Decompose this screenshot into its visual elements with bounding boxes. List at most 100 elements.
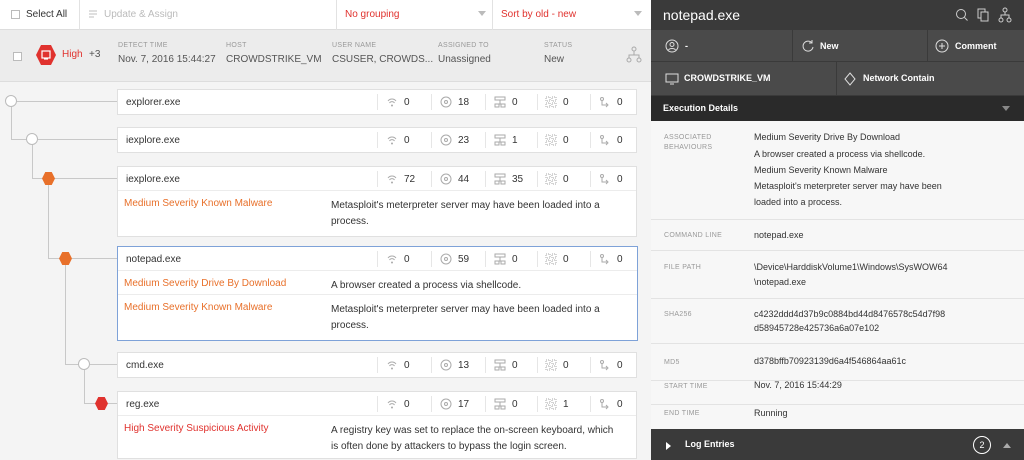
disk-icon <box>440 398 452 410</box>
file-path-value-1: \Device\HarddiskVolume1\Windows\SysWOW64 <box>754 262 948 272</box>
process-name: iexplore.exe <box>126 135 180 146</box>
process-header-row[interactable]: notepad.exe 0 59 0 0 0 <box>118 247 637 271</box>
process-header-row[interactable]: iexplore.exe 72 44 35 0 0 <box>118 167 636 191</box>
process-node-icon[interactable] <box>26 133 38 145</box>
high-process-node-icon[interactable] <box>95 397 108 410</box>
assoc-behaviour-name[interactable]: Medium Severity Known Malware <box>754 162 1014 178</box>
detection-checkbox[interactable] <box>13 52 22 61</box>
process-header-row[interactable]: iexplore.exe 0 23 1 0 0 <box>118 128 636 152</box>
list-toolbar: Select All Update & Assign No grouping S… <box>0 0 651 30</box>
crosshair-icon[interactable] <box>955 8 969 22</box>
panel-title: notepad.exe <box>663 7 741 23</box>
process-stat-count: 0 <box>512 97 518 108</box>
file-path-label: FILE PATH <box>664 264 702 271</box>
comment-button[interactable]: Comment <box>928 30 1024 61</box>
status-button[interactable]: New <box>793 30 927 61</box>
sha256-row: SHA256 c4232ddd4d37b9c0884bd44d8476578c5… <box>651 299 1024 344</box>
log-count-badge: 2 <box>973 436 991 454</box>
disk-icon <box>440 173 452 185</box>
file-path-row: FILE PATH \Device\HarddiskVolume1\Window… <box>651 251 1024 299</box>
copy-icon[interactable] <box>977 8 989 22</box>
process-card[interactable]: cmd.exe 0 13 0 0 0 <box>117 352 637 378</box>
process-stat-count: 0 <box>512 360 518 371</box>
end-time-row: END TIME Running <box>651 405 1024 429</box>
behavior-row[interactable]: Medium Severity Drive By Download A brows… <box>118 271 637 295</box>
host-value: CROWDSTRIKE_VM <box>226 54 322 65</box>
process-stat-count: 0 <box>617 254 623 265</box>
behavior-name[interactable]: Medium Severity Known Malware <box>124 198 272 209</box>
behavior-row[interactable]: Medium Severity Known Malware Metasploit'… <box>118 191 636 235</box>
process-stat-count: 0 <box>617 360 623 371</box>
log-entries-bar[interactable]: Log Entries 2 <box>651 429 1024 460</box>
process-card[interactable]: reg.exe 0 17 0 1 0 High Severity Suspicious Ac… <box>117 391 637 459</box>
grouping-select[interactable]: No grouping <box>345 9 399 20</box>
host-button[interactable]: CROWDSTRIKE_VM <box>651 62 836 95</box>
process-stat-count: 1 <box>512 135 518 146</box>
assoc-behaviour-desc: Metasploit's meterpreter server may have… <box>754 181 942 207</box>
process-stat-count: 0 <box>617 135 623 146</box>
process-name: notepad.exe <box>126 254 182 265</box>
process-stat-count: 0 <box>563 254 569 265</box>
command-line-row: COMMAND LINE notepad.exe <box>651 220 1024 251</box>
end-time-label: END TIME <box>664 410 700 417</box>
assoc-behaviour-name[interactable]: Medium Severity Drive By Download <box>754 129 1014 145</box>
process-stat-count: 44 <box>458 174 470 185</box>
medium-process-node-icon[interactable] <box>59 252 72 265</box>
panel-title-bar: notepad.exe <box>651 0 1024 30</box>
tree-icon[interactable] <box>998 7 1012 23</box>
process-name: explorer.exe <box>126 97 181 108</box>
update-assign-button[interactable]: Update & Assign <box>104 9 178 20</box>
process-header-row[interactable]: explorer.exe 0 18 0 0 0 <box>118 90 636 114</box>
process-stat-count: 35 <box>512 174 524 185</box>
network-contain-button[interactable]: Network Contain <box>837 62 1024 95</box>
process-card[interactable]: explorer.exe 0 18 0 0 0 <box>117 89 637 115</box>
behavior-row[interactable]: High Severity Suspicious Activity A regis… <box>118 416 636 460</box>
process-card[interactable]: iexplore.exe 0 23 1 0 0 <box>117 127 637 153</box>
child-process-icon <box>599 359 611 371</box>
update-assign-icon <box>88 9 98 19</box>
select-all-checkbox[interactable] <box>11 10 20 19</box>
process-stat-count: 0 <box>404 254 410 265</box>
network-contain-label: Network Contain <box>863 73 935 83</box>
chevron-down-icon <box>1002 106 1010 111</box>
network-icon <box>386 134 398 146</box>
assignee-button[interactable]: - <box>651 30 792 61</box>
file-path-value-2: \notepad.exe <box>754 277 807 287</box>
module-icon <box>545 253 557 265</box>
plus-circle-icon <box>935 39 949 53</box>
process-header-row[interactable]: cmd.exe 0 13 0 0 0 <box>118 353 636 377</box>
tree-icon[interactable] <box>626 46 642 64</box>
process-stat-count: 0 <box>617 97 623 108</box>
behavior-name[interactable]: High Severity Suspicious Activity <box>124 423 269 434</box>
process-name: reg.exe <box>126 399 160 410</box>
execution-details-header[interactable]: Execution Details <box>651 96 1024 121</box>
network-icon <box>386 359 398 371</box>
panel-host-row: CROWDSTRIKE_VM Network Contain <box>651 62 1024 96</box>
registry-icon <box>494 359 506 371</box>
module-icon <box>545 96 557 108</box>
detection-summary-row[interactable]: High +3 DETECT TIME Nov. 7, 2016 15:44:2… <box>0 30 651 82</box>
process-card[interactable]: iexplore.exe 72 44 35 0 0 Medium Severity Know… <box>117 166 637 237</box>
process-header-row[interactable]: reg.exe 0 17 0 1 0 <box>118 392 636 416</box>
sort-select[interactable]: Sort by old - new <box>501 9 576 20</box>
medium-process-node-icon[interactable] <box>42 172 55 185</box>
user-value: CSUSER, CROWDS... <box>332 54 434 65</box>
sha256-label: SHA256 <box>664 311 692 318</box>
behavior-row[interactable]: Medium Severity Known Malware Metasploit'… <box>118 295 637 339</box>
registry-icon <box>494 134 506 146</box>
child-process-icon <box>599 253 611 265</box>
md5-row: MD5 d378bffb70923139d6a4f546864aa61c <box>651 344 1024 381</box>
process-card[interactable]: notepad.exe 0 59 0 0 0 Medium Severity Drive B… <box>117 246 638 341</box>
high-severity-icon <box>36 44 56 66</box>
user-label: USER NAME <box>332 42 377 49</box>
process-node-icon[interactable] <box>78 358 90 370</box>
registry-icon <box>494 96 506 108</box>
behavior-name[interactable]: Medium Severity Known Malware <box>124 302 272 313</box>
select-all-label[interactable]: Select All <box>26 9 67 20</box>
process-node-icon[interactable] <box>5 95 17 107</box>
monitor-icon <box>665 73 679 85</box>
behavior-name[interactable]: Medium Severity Drive By Download <box>124 278 286 289</box>
chevron-up-icon[interactable] <box>1003 443 1011 448</box>
child-process-icon <box>599 173 611 185</box>
process-stat-count: 17 <box>458 399 470 410</box>
